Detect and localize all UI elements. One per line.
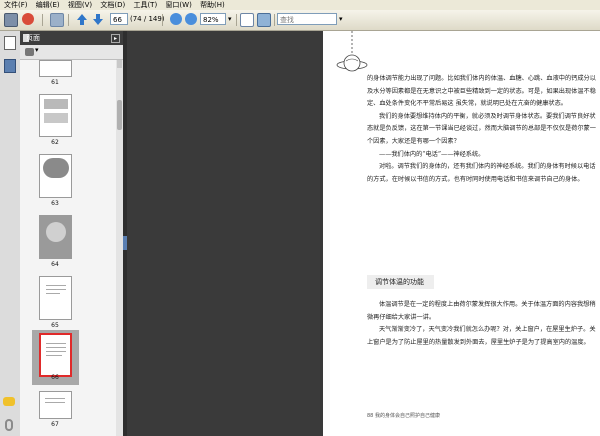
page-thumbnail[interactable] [39,94,72,137]
thumbnail-list[interactable]: 61 62 63 64 65 66 67 [20,60,116,436]
thumbnail-label: 65 [51,322,59,329]
page-thumbnail[interactable] [39,391,72,419]
pages-panel: 页面 ▸ ▾ 61 62 63 64 65 66 67 [20,31,123,436]
menu-view[interactable]: 视图(V) [64,0,94,10]
page-thumbnail[interactable] [39,215,72,259]
previous-page-icon[interactable] [76,13,88,26]
attachments-icon[interactable] [5,419,13,431]
pages-panel-header: 页面 ▸ [20,31,123,45]
body-text-bottom: 体温调节是在一定的程度上由荷尔蒙发挥很大作用。关于体温方面的内容我想稍微再仔细给… [367,299,600,349]
menu-document[interactable]: 文档(D) [96,0,127,10]
menu-edit[interactable]: 编辑(E) [32,0,62,10]
body-text-top: 的身体调节能力出现了问题。比如我们体内的体温、血糖、心跳、血液中的钙成分以及水分… [367,73,600,186]
panel-menu-icon[interactable]: ▸ [111,34,120,43]
thumbnail-label: 61 [51,79,59,86]
hand-tool-icon[interactable] [50,13,64,27]
toolbar-separator [236,14,237,26]
menu-file[interactable]: 文件(F) [0,0,30,10]
menu-window[interactable]: 窗口(W) [161,0,193,10]
fit-width-icon[interactable] [257,13,271,27]
document-view[interactable]: 的身体调节能力出现了问题。比如我们体内的体温、血糖、心跳、血液中的钙成分以及水分… [127,31,600,436]
email-icon[interactable] [22,13,34,25]
toolbar-separator [274,14,275,26]
zoom-out-icon[interactable] [170,13,182,25]
thumbnail-label: 63 [51,200,59,207]
page-thumbnail[interactable] [39,154,72,198]
scrollbar-thumb[interactable] [117,100,122,130]
toolbar-separator [42,14,43,26]
thumbnail-label: 66 [51,374,59,381]
scroll-up-arrow[interactable] [117,60,122,68]
paragraph: 我们的身体要想维持体内的平衡，就必须及时调节身体状态。要我们调节良好状态就是负反… [367,112,596,145]
search-dropdown-icon[interactable]: ▾ [339,13,343,25]
page-thumbnail-selected[interactable] [39,333,72,377]
page-count-label: (74 / 149) [130,15,165,23]
paragraph: 体温调节是在一定的程度上由荷尔蒙发挥很大作用。关于体温方面的内容我想稍微再仔细给… [367,301,596,321]
pages-icon[interactable] [4,36,16,50]
panel-options-bar: ▾ [20,45,123,60]
print-icon[interactable] [4,13,18,27]
page-thumbnail[interactable] [39,276,72,320]
page-thumbnail[interactable] [39,60,72,77]
next-page-icon[interactable] [92,13,104,26]
comments-icon[interactable] [3,397,15,406]
paragraph: ——我们体内的“电话”——神经系统。 [379,150,485,158]
options-icon[interactable] [25,48,34,56]
toolbar: 66 (74 / 149) 82% ▾ 查找 ▾ [0,10,600,31]
fit-page-icon[interactable] [240,13,254,27]
menu-tools[interactable]: 工具(T) [129,0,159,10]
zoom-in-icon[interactable] [185,13,197,25]
search-input[interactable]: 查找 [277,13,337,25]
toolbar-separator [162,14,163,26]
section-heading: 调节体温的功能 [367,275,434,289]
zoom-dropdown-icon[interactable]: ▾ [228,13,232,25]
thumbnail-scrollbar[interactable] [116,60,123,436]
page-number-input[interactable]: 66 [110,13,128,25]
pages-panel-title: 页面 [26,34,40,42]
bookmarks-icon[interactable] [4,59,16,73]
thumbnail-label: 62 [51,139,59,146]
zoom-level-field[interactable]: 82% [200,13,226,25]
page-footer: 88 我的身体会自己照护自己健康 [367,413,440,419]
paragraph: 对啦。调节我们的身体的，还有我们体内的神经系统。我们的身体有时候以电话的方式，在… [367,163,596,183]
options-dropdown-icon[interactable]: ▾ [35,46,39,54]
thumbnail-label: 64 [51,261,59,268]
navigation-strip [0,31,21,436]
planet-illustration-icon [336,31,368,72]
thumbnail-label: 67 [51,421,59,428]
menu-help[interactable]: 帮助(H) [196,0,227,10]
toolbar-separator [68,14,69,26]
document-page: 的身体调节能力出现了问题。比如我们体内的体温、血糖、心跳、血液中的钙成分以及水分… [323,31,600,436]
paragraph: 天气渐渐变冷了，天气变冷我们就怎么办呢？对，关上窗户，在屋里生炉子。关上窗户是为… [367,326,596,346]
paragraph: 的身体调节能力出现了问题。比如我们体内的体温、血糖、心跳、血液中的钙成分以及水分… [367,75,596,108]
